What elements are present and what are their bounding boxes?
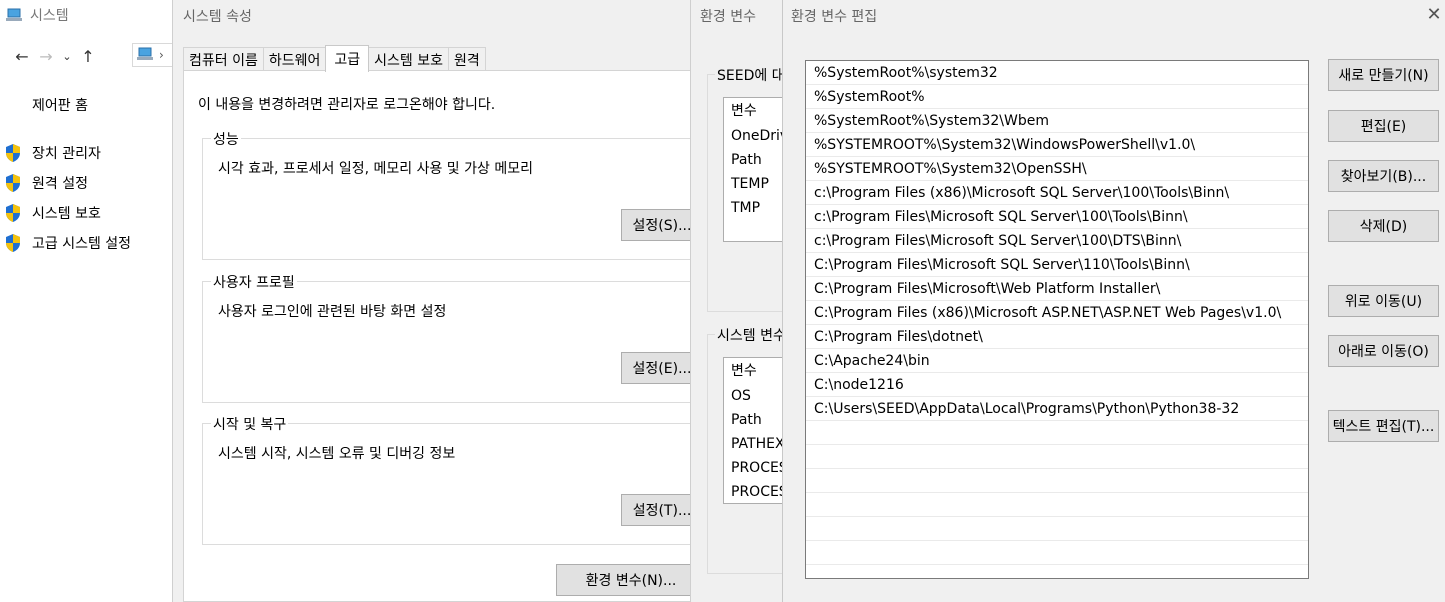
list-item[interactable]: C:\node1216 — [806, 373, 1308, 397]
empty-list-row[interactable] — [806, 469, 1308, 493]
tab-hardware[interactable]: 하드웨어 — [262, 47, 327, 71]
list-item[interactable]: OneDrive — [724, 124, 782, 148]
dialog-title: 환경 변수 — [700, 9, 756, 25]
window-title-bar: 시스템 — [6, 4, 69, 26]
shield-icon — [6, 144, 20, 162]
close-icon[interactable]: ✕ — [1425, 4, 1443, 25]
group-label: 시스템 변수(S) — [715, 325, 782, 345]
list-item[interactable]: C:\Program Files\dotnet\ — [806, 325, 1308, 349]
delete-button[interactable]: 삭제(D) — [1328, 210, 1439, 242]
edit-environment-variable-dialog: 환경 변수 편집 ✕ %SystemRoot%\system32 %SystemR… — [782, 0, 1445, 602]
column-header-variable[interactable]: 변수 — [724, 98, 782, 124]
list-item[interactable]: Path — [724, 408, 782, 432]
group-description: 시스템 시작, 시스템 오류 및 디버깅 정보 — [218, 446, 456, 462]
shield-icon — [6, 174, 20, 192]
browse-button[interactable]: 찾아보기(B)... — [1328, 160, 1439, 192]
path-list[interactable]: %SystemRoot%\system32 %SystemRoot% %System… — [805, 60, 1309, 579]
group-description: 시각 효과, 프로세서 일정, 메모리 사용 및 가상 메모리 — [218, 161, 533, 177]
control-panel-home-link[interactable]: 제어판 홈 — [32, 95, 88, 115]
list-item[interactable]: OS — [724, 384, 782, 408]
tab-system-protection[interactable]: 시스템 보호 — [368, 47, 450, 71]
list-item[interactable]: C:\Program Files (x86)\Microsoft ASP.NET… — [806, 301, 1308, 325]
list-item[interactable]: c:\Program Files\Microsoft SQL Server\10… — [806, 229, 1308, 253]
edit-button[interactable]: 편집(E) — [1328, 110, 1439, 142]
group-label: 성능 — [211, 129, 241, 149]
list-item[interactable]: C:\Program Files\Microsoft\Web Platform … — [806, 277, 1308, 301]
startup-recovery-group: 시작 및 복구 시스템 시작, 시스템 오류 및 디버깅 정보 설정(T)... — [202, 414, 703, 545]
control-panel-window: 시스템 ← → ⌄ ↑ › 제어판 홈 장치 관리자 원격 설정 시스템 보호 … — [0, 0, 182, 602]
group-label: SEED에 대한 사용자 변수(U) — [715, 65, 782, 85]
chevron-down-icon[interactable]: ⌄ — [58, 50, 76, 63]
shield-icon — [6, 234, 20, 252]
list-item[interactable]: TEMP — [724, 172, 782, 196]
tab-advanced[interactable]: 고급 — [325, 45, 370, 72]
list-item[interactable]: C:\Apache24\bin — [806, 349, 1308, 373]
edit-text-button[interactable]: 텍스트 편집(T)... — [1328, 410, 1439, 442]
list-item[interactable]: %SystemRoot% — [806, 85, 1308, 109]
navigation-bar: ← → ⌄ ↑ — [10, 44, 100, 68]
window-title: 시스템 — [30, 8, 69, 24]
list-item[interactable]: c:\Program Files\Microsoft SQL Server\10… — [806, 205, 1308, 229]
list-item[interactable]: C:\Users\SEED\AppData\Local\Programs\Pyt… — [806, 397, 1308, 421]
group-label: 사용자 프로필 — [211, 272, 297, 292]
user-variables-list[interactable]: 변수 OneDrive Path TEMP TMP — [723, 97, 782, 242]
task-links: 장치 관리자 원격 설정 시스템 보호 고급 시스템 설정 — [4, 138, 131, 258]
group-label: 시작 및 복구 — [211, 414, 289, 434]
environment-variables-button[interactable]: 환경 변수(N)... — [556, 564, 706, 596]
advanced-system-settings-link[interactable]: 고급 시스템 설정 — [4, 228, 131, 258]
forward-arrow-icon[interactable]: → — [34, 47, 58, 66]
remote-settings-link[interactable]: 원격 설정 — [4, 168, 131, 198]
list-item[interactable]: TMP — [724, 196, 782, 220]
list-item[interactable]: C:\Program Files\Microsoft SQL Server\11… — [806, 253, 1308, 277]
computer-icon — [137, 47, 155, 64]
device-manager-link[interactable]: 장치 관리자 — [4, 138, 131, 168]
back-arrow-icon[interactable]: ← — [10, 47, 34, 66]
dialog-title: 환경 변수 편집 — [791, 9, 878, 25]
computer-icon — [6, 8, 24, 22]
environment-variables-dialog: 환경 변수 SEED에 대한 사용자 변수(U) 변수 OneDrive Pat… — [690, 0, 782, 602]
up-arrow-icon[interactable]: ↑ — [76, 47, 100, 66]
new-button[interactable]: 새로 만들기(N) — [1328, 59, 1439, 91]
tab-remote[interactable]: 원격 — [448, 47, 486, 71]
admin-notice: 이 내용을 변경하려면 관리자로 로그온해야 합니다. — [198, 97, 496, 113]
move-down-button[interactable]: 아래로 이동(O) — [1328, 335, 1439, 367]
list-item[interactable]: c:\Program Files (x86)\Microsoft SQL Ser… — [806, 181, 1308, 205]
system-protection-link[interactable]: 시스템 보호 — [4, 198, 131, 228]
user-profiles-group: 사용자 프로필 사용자 로그인에 관련된 바탕 화면 설정 설정(E)... — [202, 272, 703, 403]
system-properties-dialog: 시스템 속성 컴퓨터 이름 하드웨어 고급 시스템 보호 원격 이 내용을 변경… — [172, 0, 707, 602]
empty-list-row[interactable] — [806, 541, 1308, 565]
tab-bar: 컴퓨터 이름 하드웨어 고급 시스템 보호 원격 — [183, 45, 486, 72]
shield-icon — [6, 204, 20, 222]
list-item[interactable]: %SYSTEMROOT%\System32\WindowsPowerShell\… — [806, 133, 1308, 157]
list-item[interactable]: %SYSTEMROOT%\System32\OpenSSH\ — [806, 157, 1308, 181]
empty-list-row[interactable] — [806, 493, 1308, 517]
list-item[interactable]: Path — [724, 148, 782, 172]
empty-list-row[interactable] — [806, 517, 1308, 541]
empty-list-row[interactable] — [806, 445, 1308, 469]
list-item[interactable]: PROCESSOR_ARCHITECTURE — [724, 456, 782, 480]
list-item[interactable]: PATHEXT — [724, 432, 782, 456]
system-variables-list[interactable]: 변수 OS Path PATHEXT PROCESSOR_ARCHITECTUR… — [723, 357, 782, 504]
group-description: 사용자 로그인에 관련된 바탕 화면 설정 — [218, 304, 447, 320]
list-item[interactable]: PROCESSOR_IDENTIFIER — [724, 480, 782, 504]
list-item[interactable]: %SystemRoot%\system32 — [806, 61, 1308, 85]
performance-group: 성능 시각 효과, 프로세서 일정, 메모리 사용 및 가상 메모리 설정(S)… — [202, 129, 703, 260]
chevron-right-icon[interactable]: › — [159, 48, 164, 62]
move-up-button[interactable]: 위로 이동(U) — [1328, 285, 1439, 317]
empty-list-row[interactable] — [806, 421, 1308, 445]
list-item[interactable]: %SystemRoot%\System32\Wbem — [806, 109, 1308, 133]
column-header-variable[interactable]: 변수 — [724, 358, 782, 384]
dialog-title: 시스템 속성 — [183, 9, 252, 25]
tab-computer-name[interactable]: 컴퓨터 이름 — [183, 47, 264, 71]
